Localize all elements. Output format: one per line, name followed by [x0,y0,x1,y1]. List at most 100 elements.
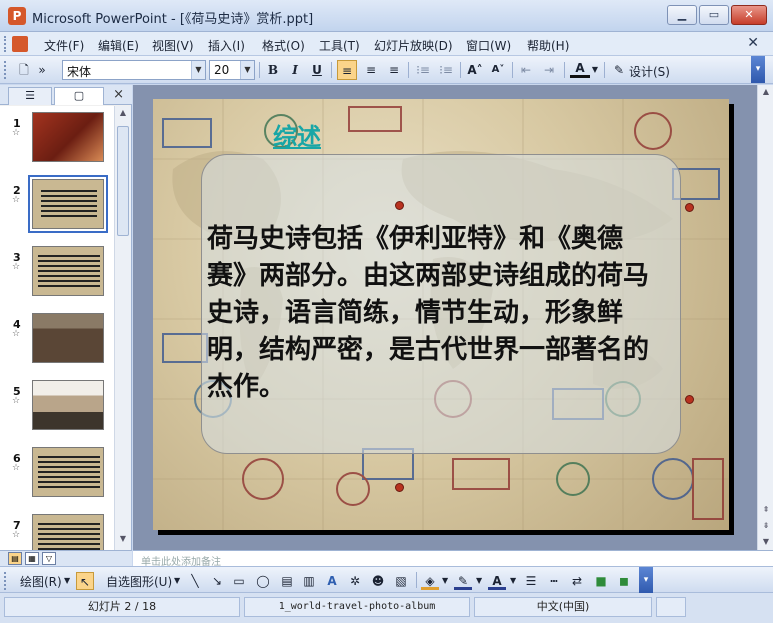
font-color-icon[interactable]: A [488,572,506,590]
menu-help[interactable]: 帮助(H) [527,37,569,54]
slide-preview [32,313,104,363]
align-right-icon[interactable]: ≡ [384,60,404,80]
clipart-icon[interactable]: ☻ [369,572,387,590]
notes-pane[interactable]: 单击此处添加备注 [133,550,773,568]
minimize-button[interactable]: ▁ [667,5,697,25]
increase-font-icon[interactable]: A˄ [465,60,485,80]
slide-canvas[interactable]: 综述 荷马史诗包括《伊利亚特》和《奥德赛》两部分。由这两部史诗组成的荷马史诗，语… [153,99,729,530]
slideshow-icon[interactable]: ▽ [42,552,56,565]
chevron-down-icon[interactable]: ▼ [442,576,448,585]
normal-view-icon[interactable]: ▤ [8,552,22,565]
oval-icon[interactable]: ◯ [254,572,272,590]
slide-sorter-icon[interactable]: ▦ [25,552,39,565]
toolbar-options-icon[interactable]: ▾ [751,56,765,83]
numbering-icon[interactable]: ⁝≡ [413,60,433,80]
chevron-down-icon[interactable]: ▼ [590,60,600,80]
align-left-icon[interactable]: ≡ [337,60,357,80]
shadow-icon[interactable]: ■ [592,572,610,590]
vertical-textbox-icon[interactable]: ▥ [300,572,318,590]
scroll-up-icon[interactable]: ▲ [759,87,773,101]
toolbar-separator [460,62,461,78]
menu-insert[interactable]: 插入(I) [208,37,245,54]
menu-tools[interactable]: 工具(T) [319,37,360,54]
document-close-icon[interactable]: ✕ [747,35,759,51]
slide-thumbnail-2[interactable]: 2 ☆ [0,173,114,235]
font-name-select[interactable]: 宋体 ▼ [62,60,206,80]
toolbar-options-icon[interactable]: ▾ [639,567,653,594]
scroll-down-icon[interactable]: ▼ [116,534,130,548]
close-button[interactable]: ✕ [731,5,767,25]
arrow-style-icon[interactable]: ⇄ [568,572,586,590]
slide-title[interactable]: 综述 [273,117,321,152]
tab-slides[interactable]: ▢ [54,87,104,105]
toolbar-separator [416,572,417,588]
line-style-icon[interactable]: ☰ [522,572,540,590]
font-color-icon[interactable]: A [570,60,590,78]
underline-button[interactable]: U [307,60,327,80]
thumbnail-scrollbar[interactable]: ▲ ▼ [114,106,131,550]
italic-button[interactable]: I [285,60,305,80]
maximize-button[interactable]: ▭ [699,5,729,25]
dash-style-icon[interactable]: ┅ [545,572,563,590]
slide-body-text[interactable]: 荷马史诗包括《伊利亚特》和《奥德赛》两部分。由这两部史诗组成的荷马史诗，语言简练… [207,221,657,406]
font-size-select[interactable]: 20 ▼ [209,60,255,80]
arrow-icon[interactable]: ↘ [208,572,226,590]
scroll-down-icon[interactable]: ▼ [759,537,773,551]
slide-thumbnail-7[interactable]: 7 ☆ [0,508,114,550]
picture-icon[interactable]: ▧ [392,572,410,590]
wordart-icon[interactable]: A [323,572,341,590]
increase-indent-icon[interactable]: ⇥ [539,60,559,80]
align-center-icon[interactable]: ≡ [361,60,381,80]
chevron-down-icon[interactable]: ▼ [64,576,70,585]
scroll-up-icon[interactable]: ▲ [116,108,130,122]
slide-thumbnail-4[interactable]: 4 ☆ [0,307,114,369]
next-slide-icon[interactable]: ⇟ [759,521,773,535]
chevron-down-icon[interactable]: ▼ [476,576,482,585]
slide-thumbnail-1[interactable]: 1 ☆ [0,106,114,168]
3d-icon[interactable]: ◼ [615,572,633,590]
panel-close-icon[interactable]: × [113,87,124,102]
chevron-down-icon[interactable]: ▼ [510,576,516,585]
design-button[interactable]: 设计(S) [629,63,670,80]
slide-scrollbar[interactable]: ▲ ⇞ ⇟ ▼ [757,85,773,550]
menu-grip[interactable] [4,36,7,52]
toolbar-grip[interactable] [4,572,7,590]
fill-color-icon[interactable]: ◈ [421,572,439,590]
decrease-font-icon[interactable]: A˅ [488,60,508,80]
menu-slideshow[interactable]: 幻灯片放映(D) [374,37,453,54]
draw-menu-button[interactable]: 绘图(R) [20,573,62,590]
slide-thumbnail-5[interactable]: 5 ☆ [0,374,114,436]
chevron-down-icon[interactable]: ▼ [240,61,254,79]
slide-preview [32,246,104,296]
previous-slide-icon[interactable]: ⇞ [759,505,773,519]
diagram-icon[interactable]: ✲ [346,572,364,590]
document-icon[interactable] [12,36,28,52]
chevron-down-icon[interactable]: ▼ [174,576,180,585]
menu-view[interactable]: 视图(V) [152,37,194,54]
menu-format[interactable]: 格式(O) [262,37,305,54]
bold-button[interactable]: B [263,60,283,80]
toolbar-options-icon[interactable]: » [36,60,48,80]
select-pointer-icon[interactable]: ↖ [76,572,94,590]
scrollbar-thumb[interactable] [117,126,129,236]
menu-window[interactable]: 窗口(W) [466,37,511,54]
tab-outline[interactable]: ☰ [8,87,52,105]
chevron-down-icon[interactable]: ▼ [191,61,205,79]
rectangle-icon[interactable]: ▭ [230,572,248,590]
design-icon[interactable]: ✎ [609,60,629,80]
new-document-icon[interactable]: 🗋 [14,60,34,80]
toolbar-grip[interactable] [4,61,7,79]
textbox-icon[interactable]: ▤ [278,572,296,590]
status-empty-pane [656,597,686,617]
menu-file[interactable]: 文件(F) [44,37,84,54]
autoshapes-button[interactable]: 自选图形(U) [106,573,172,590]
menu-edit[interactable]: 编辑(E) [98,37,139,54]
window-title: Microsoft PowerPoint - [《荷马史诗》赏析.ppt] [32,12,314,27]
bullets-icon[interactable]: ⁝≡ [436,60,456,80]
line-icon[interactable]: ╲ [186,572,204,590]
slide-thumbnail-3[interactable]: 3 ☆ [0,240,114,302]
slide-preview [32,112,104,162]
slide-thumbnail-6[interactable]: 6 ☆ [0,441,114,503]
line-color-icon[interactable]: ✎ [454,572,472,590]
decrease-indent-icon[interactable]: ⇤ [516,60,536,80]
